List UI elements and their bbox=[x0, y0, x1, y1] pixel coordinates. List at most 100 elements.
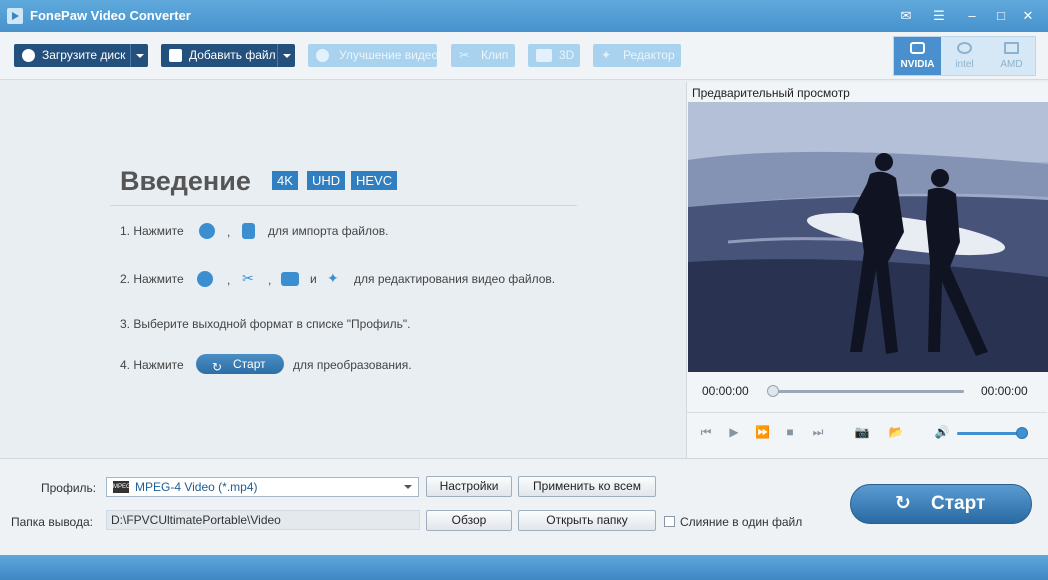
previous-icon[interactable]: ⏮ bbox=[699, 425, 713, 439]
close-button[interactable]: ✕ bbox=[1020, 8, 1036, 24]
total-time: 00:00:00 bbox=[981, 384, 1028, 398]
mpeg-format-icon: MPEG bbox=[113, 481, 131, 493]
video-preview[interactable] bbox=[688, 102, 1048, 372]
step-4-suffix: для преобразования. bbox=[293, 358, 412, 372]
play-icon[interactable]: ▶ bbox=[727, 425, 741, 439]
scissors-icon: ✂ bbox=[242, 270, 254, 286]
nvidia-label: NVIDIA bbox=[900, 59, 935, 70]
amd-icon bbox=[1004, 42, 1019, 54]
surfers-image bbox=[688, 102, 1048, 372]
step-2-prefix: 2. Нажмите bbox=[120, 272, 184, 286]
step-2-suffix: для редактирования видео файлов. bbox=[354, 272, 556, 286]
editor-label: Редактор bbox=[623, 48, 675, 62]
step-1-prefix: 1. Нажмите bbox=[120, 224, 184, 238]
chevron-down-icon bbox=[404, 485, 412, 489]
settings-button[interactable]: Настройки bbox=[426, 476, 512, 497]
intel-toggle[interactable]: intel bbox=[941, 37, 988, 75]
refresh-icon: ↻ bbox=[895, 493, 911, 514]
volume-handle[interactable] bbox=[1015, 427, 1028, 439]
badge-uhd: UHD bbox=[307, 171, 346, 190]
load-disc-icon bbox=[199, 223, 215, 239]
timeline: 00:00:00 00:00:00 bbox=[687, 378, 1047, 404]
intro-panel: Введение 4K UHD HEVC 1. Нажмите , для им… bbox=[0, 82, 686, 458]
maximize-button[interactable]: □ bbox=[993, 8, 1009, 24]
nvidia-icon bbox=[910, 42, 925, 54]
seek-handle[interactable] bbox=[767, 385, 779, 397]
step-2-and: и bbox=[310, 272, 317, 286]
start-button[interactable]: ↻ Старт bbox=[850, 484, 1032, 524]
volume-icon[interactable]: 🔊 bbox=[933, 425, 951, 439]
open-folder-button[interactable]: Открыть папку bbox=[518, 510, 656, 531]
hardware-acceleration-panel: NVIDIA intel AMD bbox=[893, 36, 1036, 76]
3d-button[interactable]: 3D bbox=[528, 44, 580, 67]
camera-icon[interactable]: 📷 bbox=[853, 425, 871, 439]
comma: , bbox=[227, 225, 231, 239]
preview-title: Предварительный просмотр bbox=[692, 86, 850, 100]
playback-controls: ⏮ ▶ ⏩ ■ ⏭ 📷 📂 🔊 bbox=[687, 412, 1047, 452]
seek-track[interactable] bbox=[772, 390, 964, 393]
badge-4k: 4K bbox=[272, 171, 298, 190]
add-file-button[interactable]: Добавить файл bbox=[161, 44, 295, 67]
refresh-icon: ↻ bbox=[212, 360, 223, 374]
browse-button[interactable]: Обзор bbox=[426, 510, 512, 531]
scissors-icon: ✂ bbox=[459, 48, 470, 62]
app-title: FonePaw Video Converter bbox=[30, 8, 191, 23]
enhance-video-button[interactable]: Улучшение видео bbox=[308, 44, 439, 67]
enhance-label: Улучшение видео bbox=[339, 48, 439, 62]
clip-button[interactable]: ✂ Клип bbox=[451, 44, 515, 67]
step-1: 1. Нажмите bbox=[120, 224, 184, 238]
output-path-field[interactable]: D:\FPVCUltimatePortable\Video bbox=[106, 510, 420, 530]
feedback-icon[interactable]: ✉ bbox=[898, 8, 914, 24]
minimize-button[interactable]: – bbox=[964, 8, 980, 24]
apply-all-button[interactable]: Применить ко всем bbox=[518, 476, 656, 497]
add-file-dropdown[interactable] bbox=[277, 44, 295, 67]
load-disc-button[interactable]: Загрузите диск bbox=[14, 44, 148, 67]
3d-label: 3D bbox=[559, 48, 575, 62]
disc-icon bbox=[22, 49, 35, 62]
amd-toggle[interactable]: AMD bbox=[988, 37, 1035, 75]
intro-start-label: Старт bbox=[233, 357, 266, 371]
volume-track[interactable] bbox=[957, 432, 1021, 435]
folder-icon[interactable]: 📂 bbox=[887, 425, 905, 439]
add-file-label: Добавить файл bbox=[189, 48, 276, 62]
step-3: 3. Выберите выходной формат в списке "Пр… bbox=[120, 317, 411, 331]
badge-hevc: HEVC bbox=[351, 171, 398, 190]
amd-label: AMD bbox=[1000, 59, 1023, 70]
intro-divider bbox=[110, 205, 577, 206]
next-icon[interactable]: ⏭ bbox=[811, 425, 825, 439]
comma: , bbox=[227, 273, 231, 287]
output-folder-label: Папка вывода: bbox=[11, 515, 93, 529]
menu-icon[interactable]: ☰ bbox=[931, 8, 947, 24]
current-time: 00:00:00 bbox=[702, 384, 749, 398]
palette-icon bbox=[316, 49, 329, 62]
editor-button[interactable]: ✦ Редактор bbox=[593, 44, 681, 67]
palette-icon bbox=[197, 271, 213, 287]
3d-icon bbox=[281, 272, 299, 286]
add-file-icon bbox=[169, 49, 182, 62]
load-disc-label: Загрузите диск bbox=[42, 48, 126, 62]
forward-icon[interactable]: ⏩ bbox=[755, 425, 770, 439]
3d-icon bbox=[536, 49, 552, 62]
start-label: Старт bbox=[931, 493, 986, 514]
clip-label: Клип bbox=[481, 48, 509, 62]
merge-label: Слияние в один файл bbox=[680, 515, 803, 529]
profile-value: MPEG-4 Video (*.mp4) bbox=[135, 480, 258, 494]
preview-panel: Предварительный просмотр 00:00:00 00:00:… bbox=[686, 82, 1048, 458]
stop-icon[interactable]: ■ bbox=[783, 425, 797, 439]
add-file-icon bbox=[242, 223, 255, 239]
load-disc-dropdown[interactable] bbox=[130, 44, 148, 67]
title-bar: FonePaw Video Converter ✉ ☰ – □ ✕ bbox=[0, 0, 1048, 32]
sparkle-icon: ✦ bbox=[601, 48, 612, 62]
step-4-prefix: 4. Нажмите bbox=[120, 358, 184, 372]
intel-icon bbox=[957, 42, 972, 54]
profile-label: Профиль: bbox=[41, 481, 97, 495]
intel-label: intel bbox=[955, 59, 974, 70]
merge-checkbox[interactable] bbox=[664, 516, 675, 527]
nvidia-toggle[interactable]: NVIDIA bbox=[894, 37, 941, 75]
output-panel: Профиль: MPEG MPEG-4 Video (*.mp4) Настр… bbox=[0, 458, 1048, 555]
toolbar: Загрузите диск Добавить файл Улучшение в… bbox=[0, 32, 1048, 80]
intro-start-button[interactable]: ↻ Старт bbox=[196, 354, 284, 374]
app-logo-icon bbox=[7, 8, 23, 24]
intro-title: Введение bbox=[120, 166, 251, 196]
profile-select[interactable]: MPEG MPEG-4 Video (*.mp4) bbox=[106, 477, 419, 497]
